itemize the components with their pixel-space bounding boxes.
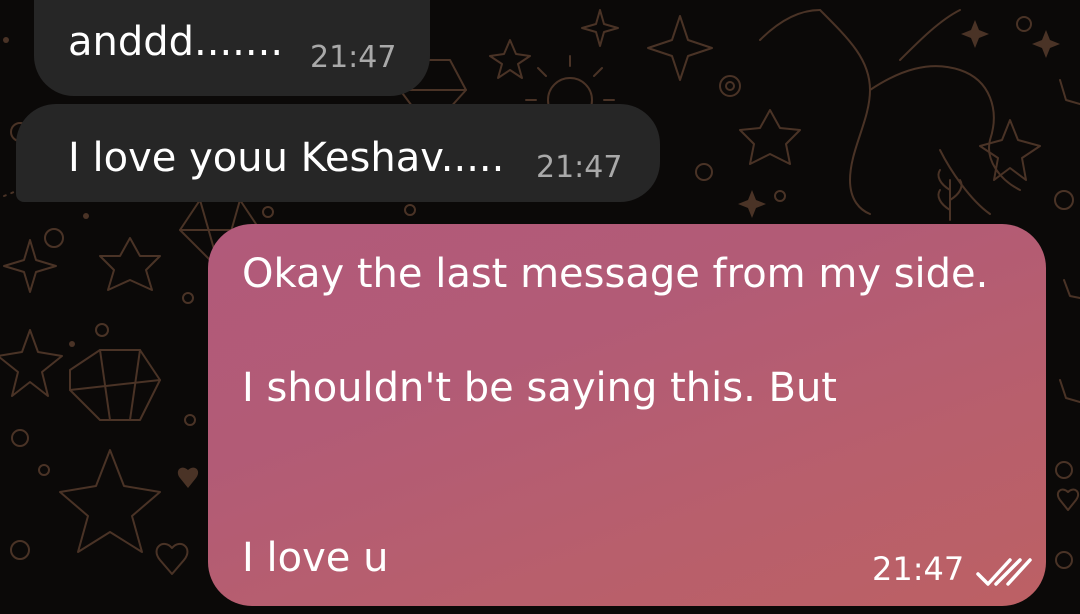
incoming-message-bubble[interactable]: I love youu Keshav..... 21:47 bbox=[16, 104, 660, 202]
message-timestamp: 21:47 bbox=[536, 150, 623, 185]
message-text: anddd....... bbox=[68, 19, 284, 65]
message-text-line: Okay the last message from my side. bbox=[242, 251, 989, 297]
incoming-message-bubble[interactable]: anddd....... 21:47 bbox=[34, 0, 430, 96]
outgoing-message-bubble[interactable]: Okay the last message from my side. I sh… bbox=[208, 224, 1046, 606]
chat-view: anddd....... 21:47 I love youu Keshav...… bbox=[0, 0, 1080, 614]
message-text-line: I shouldn't be saying this. But bbox=[242, 365, 837, 411]
read-double-check-icon bbox=[976, 558, 1032, 586]
message-timestamp: 21:47 bbox=[872, 550, 965, 588]
message-text: I love youu Keshav..... bbox=[68, 135, 505, 181]
message-text-line: I love u bbox=[242, 535, 389, 581]
message-timestamp: 21:47 bbox=[310, 40, 397, 75]
